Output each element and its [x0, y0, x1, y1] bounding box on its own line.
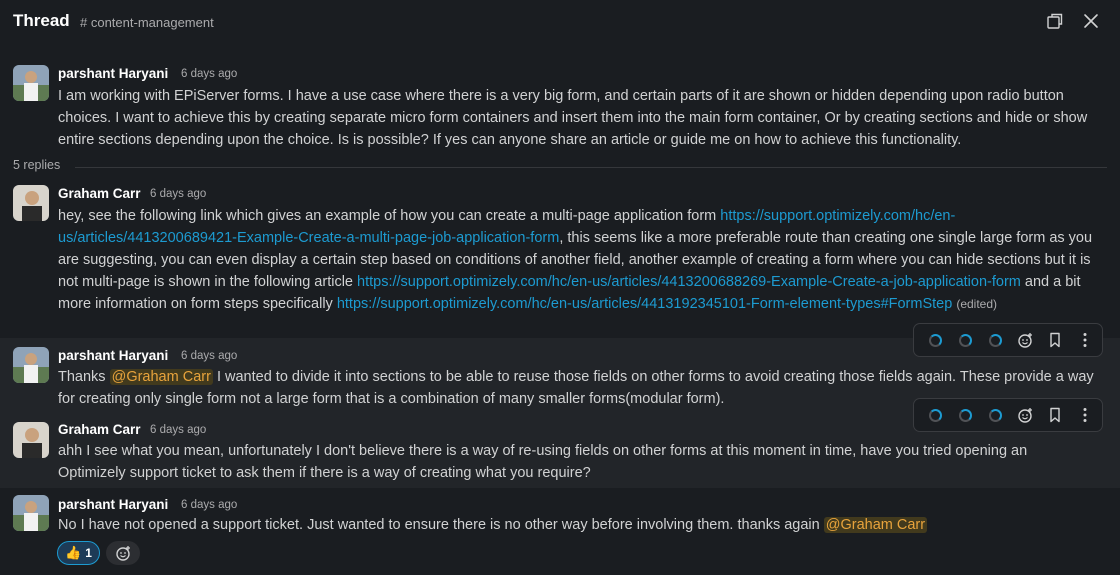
- channel-name[interactable]: # content-management: [80, 15, 214, 30]
- replies-divider: [75, 167, 1107, 168]
- timestamp[interactable]: 6 days ago: [150, 188, 206, 200]
- add-reaction-icon: [1017, 407, 1032, 423]
- message-item: Graham Carr 6 days ago hey, see the foll…: [0, 178, 1120, 338]
- save-message-button[interactable]: [1040, 325, 1070, 355]
- message-item: parshant Haryani 6 days ago I am working…: [0, 58, 1120, 154]
- author-name[interactable]: parshant Haryani: [58, 497, 168, 512]
- open-in-window-icon: [1047, 13, 1063, 29]
- avatar[interactable]: [13, 65, 49, 101]
- timestamp[interactable]: 6 days ago: [181, 68, 237, 80]
- add-reaction-icon: [115, 545, 130, 561]
- user-photo-icon: [13, 185, 49, 221]
- add-reaction-button[interactable]: [1010, 325, 1040, 355]
- edited-label: (edited): [956, 297, 998, 311]
- timestamp[interactable]: 6 days ago: [150, 424, 206, 436]
- thread-header: Thread # content-management: [0, 0, 1120, 44]
- loading-action-button[interactable]: [950, 325, 980, 355]
- bookmark-icon: [1050, 407, 1060, 423]
- timestamp[interactable]: 6 days ago: [181, 499, 237, 511]
- loading-action-button[interactable]: [950, 400, 980, 430]
- thumbs-up-icon: 👍: [65, 545, 82, 560]
- add-reaction-button[interactable]: [106, 541, 140, 565]
- user-photo-icon: [13, 422, 49, 458]
- loading-spinner-icon: [958, 408, 972, 422]
- bookmark-icon: [1050, 332, 1060, 348]
- close-icon: [1084, 14, 1098, 28]
- loading-action-button[interactable]: [920, 400, 950, 430]
- loading-spinner-icon: [988, 333, 1002, 347]
- author-name[interactable]: parshant Haryani: [58, 348, 168, 363]
- open-in-window-button[interactable]: [1044, 10, 1066, 32]
- more-actions-icon: [1083, 408, 1087, 422]
- close-thread-button[interactable]: [1080, 10, 1102, 32]
- reaction-thumbs-up[interactable]: 👍 1: [57, 541, 100, 565]
- avatar[interactable]: [13, 185, 49, 221]
- author-name[interactable]: parshant Haryani: [58, 66, 168, 81]
- message-text: ahh I see what you mean, unfortunately I…: [58, 443, 1028, 481]
- article-link[interactable]: https://support.optimizely.com/hc/en-us/…: [337, 296, 952, 312]
- replies-count: 5 replies: [13, 158, 61, 172]
- message-text-part: hey, see the following link which gives …: [58, 208, 721, 224]
- avatar[interactable]: [13, 422, 49, 458]
- message-actions-toolbar: [913, 398, 1103, 432]
- reaction-count: 1: [85, 546, 92, 560]
- more-actions-icon: [1083, 333, 1087, 347]
- loading-action-button[interactable]: [920, 325, 950, 355]
- article-link[interactable]: https://support.optimizely.com/hc/en-us/…: [357, 274, 1021, 290]
- user-mention[interactable]: @Graham Carr: [823, 517, 928, 533]
- author-name[interactable]: Graham Carr: [58, 186, 141, 201]
- more-actions-button[interactable]: [1070, 400, 1100, 430]
- user-photo-icon: [13, 495, 49, 531]
- loading-action-button[interactable]: [980, 400, 1010, 430]
- author-name[interactable]: Graham Carr: [58, 422, 141, 437]
- message-text-part: No I have not opened a support ticket. J…: [58, 517, 824, 533]
- save-message-button[interactable]: [1040, 400, 1070, 430]
- message-item: parshant Haryani 6 days ago No I have no…: [0, 488, 1120, 575]
- avatar[interactable]: [13, 347, 49, 383]
- loading-spinner-icon: [928, 333, 942, 347]
- more-actions-button[interactable]: [1070, 325, 1100, 355]
- user-photo-icon: [13, 347, 49, 383]
- message-text: I am working with EPiServer forms. I hav…: [58, 88, 1088, 148]
- message-actions-toolbar: [913, 323, 1103, 357]
- message-text: No I have not opened a support ticket. J…: [58, 514, 1098, 536]
- loading-spinner-icon: [958, 333, 972, 347]
- user-mention[interactable]: @Graham Carr: [109, 369, 213, 385]
- avatar[interactable]: [13, 495, 49, 531]
- loading-action-button[interactable]: [980, 325, 1010, 355]
- timestamp[interactable]: 6 days ago: [181, 350, 237, 362]
- message-text-part: Thanks: [58, 369, 110, 385]
- loading-spinner-icon: [928, 408, 942, 422]
- loading-spinner-icon: [988, 408, 1002, 422]
- message-text: hey, see the following link which gives …: [58, 205, 1098, 315]
- add-reaction-icon: [1017, 332, 1032, 348]
- add-reaction-button[interactable]: [1010, 400, 1040, 430]
- thread-title: Thread: [13, 11, 70, 30]
- user-photo-icon: [13, 65, 49, 101]
